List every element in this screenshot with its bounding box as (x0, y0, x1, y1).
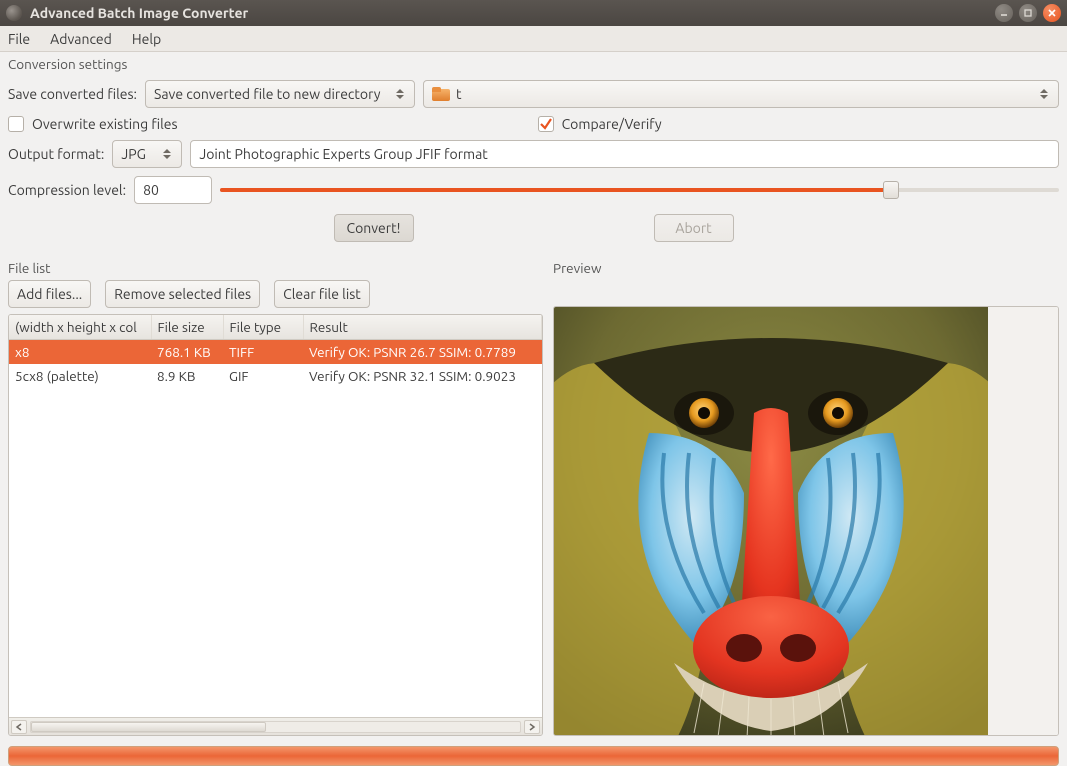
compression-slider[interactable] (220, 176, 1059, 204)
convert-button[interactable]: Convert! (334, 214, 414, 242)
compression-input[interactable] (134, 176, 212, 204)
scroll-right-button[interactable] (524, 720, 540, 734)
window-title: Advanced Batch Image Converter (30, 5, 995, 21)
save-mode-value: Save converted file to new directory (154, 86, 380, 102)
dropdown-spinner-icon (161, 149, 173, 159)
preview-image (554, 307, 988, 735)
col-file-size[interactable]: File size (151, 315, 223, 340)
destination-folder-chooser[interactable]: t (423, 80, 1059, 108)
remove-selected-button[interactable]: Remove selected files (105, 280, 260, 308)
preview-padding (988, 307, 1058, 735)
file-table[interactable]: (width x height x col File size File typ… (9, 315, 542, 388)
maximize-button[interactable] (1019, 4, 1037, 22)
preview-title: Preview (553, 256, 1059, 276)
output-format-select[interactable]: JPG (112, 140, 182, 168)
titlebar: Advanced Batch Image Converter (0, 0, 1067, 26)
slider-thumb[interactable] (883, 181, 899, 199)
save-converted-label: Save converted files: (8, 86, 137, 102)
progress-bar (8, 746, 1059, 766)
folder-icon (432, 87, 450, 101)
file-list-pane: File list Add files... Remove selected f… (8, 256, 543, 736)
conversion-settings-title: Conversion settings (0, 52, 1067, 72)
compare-verify-label: Compare/Verify (562, 116, 662, 132)
output-format-value: JPG (121, 146, 146, 162)
overwrite-label: Overwrite existing files (32, 116, 178, 132)
menu-file[interactable]: File (8, 31, 30, 47)
minimize-button[interactable] (995, 4, 1013, 22)
dropdown-spinner-icon (1038, 89, 1050, 99)
menu-help[interactable]: Help (132, 31, 161, 47)
abort-button: Abort (654, 214, 734, 242)
conversion-settings: Save converted files: Save converted fil… (0, 80, 1067, 256)
compare-verify-checkbox[interactable]: Compare/Verify (538, 116, 662, 132)
col-dimensions[interactable]: (width x height x col (9, 315, 151, 340)
output-format-description: Joint Photographic Experts Group JFIF fo… (190, 140, 1059, 168)
add-files-button[interactable]: Add files... (8, 280, 91, 308)
col-file-type[interactable]: File type (223, 315, 303, 340)
menu-advanced[interactable]: Advanced (50, 31, 112, 47)
dropdown-spinner-icon (394, 89, 406, 99)
table-row[interactable]: x8768.1 KBTIFFVerify OK: PSNR 26.7 SSIM:… (9, 340, 542, 365)
horizontal-scrollbar[interactable] (9, 717, 542, 735)
save-mode-select[interactable]: Save converted file to new directory (145, 80, 415, 108)
destination-folder-value: t (456, 86, 462, 102)
file-list-title: File list (8, 256, 543, 276)
scrollbar-thumb[interactable] (31, 722, 266, 732)
output-format-label: Output format: (8, 146, 104, 162)
preview-pane: Preview (553, 256, 1059, 736)
menubar: File Advanced Help (0, 26, 1067, 52)
compression-label: Compression level: (8, 182, 126, 198)
slider-fill (220, 188, 891, 192)
table-row[interactable]: 5cx8 (palette)8.9 KBGIFVerify OK: PSNR 3… (9, 364, 542, 388)
close-button[interactable] (1043, 4, 1061, 22)
scroll-left-button[interactable] (11, 720, 27, 734)
overwrite-checkbox[interactable]: Overwrite existing files (8, 116, 178, 132)
clear-list-button[interactable]: Clear file list (274, 280, 370, 308)
col-result[interactable]: Result (303, 315, 542, 340)
app-icon (6, 5, 22, 21)
